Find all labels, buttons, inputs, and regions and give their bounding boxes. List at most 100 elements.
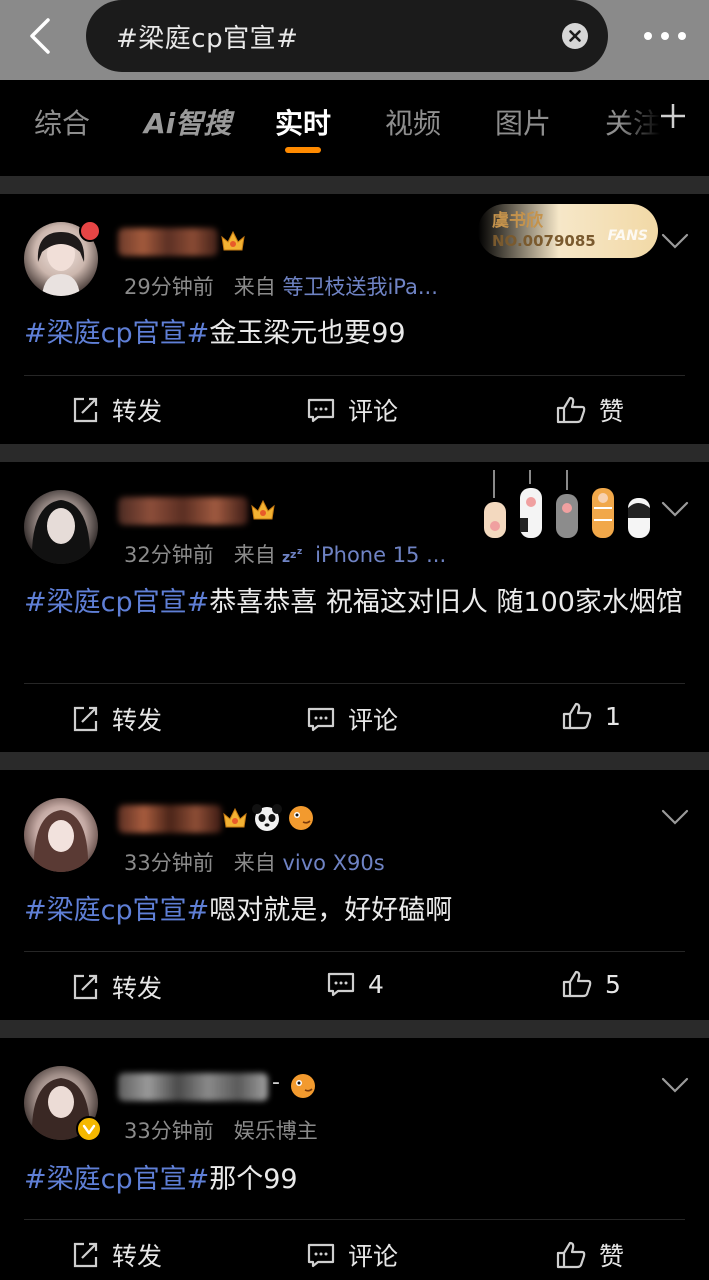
- hashtag-link[interactable]: #梁庭cp官宣#: [24, 1164, 209, 1195]
- vip-crown-icon: [220, 229, 246, 253]
- fan-badge-number: NO.0079085: [492, 232, 596, 250]
- like-button[interactable]: 5: [561, 969, 621, 999]
- verified-check-icon: [82, 1124, 96, 1135]
- repost-label: 转发: [112, 1242, 163, 1271]
- back-button[interactable]: [20, 14, 64, 58]
- post-time: 33分钟前: [124, 1119, 214, 1143]
- like-count: 5: [605, 969, 621, 999]
- post-time: 32分钟前: [124, 543, 214, 567]
- chevron-down-icon: [661, 233, 689, 249]
- avatar[interactable]: [24, 798, 98, 872]
- svg-text:z: z: [282, 550, 290, 564]
- repost-icon: [73, 1242, 98, 1268]
- thumbs-up-icon: [556, 1241, 586, 1269]
- repost-button[interactable]: 转发: [70, 701, 162, 737]
- thumbs-up-icon: [556, 396, 586, 424]
- tab-ai-search[interactable]: Ai智搜: [144, 102, 231, 142]
- like-button[interactable]: 赞: [555, 392, 624, 428]
- like-label: 赞: [599, 397, 625, 426]
- chevron-left-icon: [30, 18, 50, 54]
- post-content: #梁庭cp官宣#嗯对就是，好好磕啊: [24, 890, 684, 932]
- live-badge: [79, 220, 101, 242]
- post-meta: 33分钟前 娱乐博主: [124, 1115, 318, 1145]
- tab-fade-overlay: [620, 80, 660, 160]
- repost-icon: [73, 974, 98, 1000]
- repost-button[interactable]: 转发: [70, 969, 162, 1005]
- tab-realtime[interactable]: 实时: [275, 102, 331, 142]
- like-button[interactable]: 赞: [555, 1237, 624, 1273]
- post-source[interactable]: iPhone 15 ...: [315, 543, 446, 567]
- post-meta: 29分钟前 来自 等卫枝送我iPa...: [124, 271, 438, 301]
- repost-label: 转发: [112, 706, 163, 735]
- add-tab-button[interactable]: [657, 100, 689, 132]
- action-divider: [24, 1219, 685, 1220]
- repost-button[interactable]: 转发: [70, 1237, 162, 1273]
- chevron-down-icon: [661, 501, 689, 517]
- fan-badge-title: 虞书欣: [492, 211, 543, 231]
- chevron-down-icon: [661, 1077, 689, 1093]
- fish-icon: [291, 1074, 315, 1098]
- cat-paws-decoration: [484, 470, 650, 538]
- post-menu-button[interactable]: [660, 232, 690, 250]
- search-input[interactable]: #梁庭cp官宣#: [86, 0, 608, 72]
- username-blurred[interactable]: [118, 805, 222, 833]
- name-dash: -: [272, 1070, 280, 1095]
- fan-badge-fans: FANS: [607, 228, 648, 244]
- clear-search-button[interactable]: [562, 23, 588, 49]
- avatar-image: [33, 810, 89, 872]
- from-label: 来自: [233, 275, 276, 299]
- thumbs-up-icon: [562, 970, 592, 998]
- post-content: #梁庭cp官宣#那个99: [24, 1159, 684, 1201]
- comment-count: 4: [368, 969, 384, 999]
- chevron-down-icon: [661, 809, 689, 825]
- repost-label: 转发: [112, 974, 163, 1003]
- comment-label: 评论: [348, 706, 399, 735]
- post-menu-button[interactable]: [660, 1076, 690, 1094]
- post-text: 那个99: [209, 1164, 298, 1195]
- username-blurred[interactable]: [118, 228, 218, 256]
- post-meta: 32分钟前 来自 zzz iPhone 15 ...: [124, 539, 446, 569]
- post-text: 金玉梁元也要99: [209, 318, 406, 349]
- vip-crown-icon: [250, 498, 276, 522]
- tab-comprehensive[interactable]: 综合: [34, 102, 90, 142]
- repost-button[interactable]: 转发: [70, 392, 162, 428]
- comment-button[interactable]: 评论: [306, 701, 398, 737]
- author-tag: 娱乐博主: [233, 1119, 318, 1143]
- more-options-button[interactable]: [640, 26, 690, 46]
- plus-icon: [661, 104, 685, 128]
- post-menu-button[interactable]: [660, 808, 690, 826]
- feed-separator: [0, 1020, 709, 1038]
- from-label: 来自: [233, 851, 276, 875]
- hashtag-link[interactable]: #梁庭cp官宣#: [24, 587, 209, 618]
- like-button[interactable]: 1: [561, 701, 621, 731]
- comment-button[interactable]: 评论: [306, 1237, 398, 1273]
- sleep-zzz-icon: zzz: [282, 543, 315, 567]
- more-dots-icon: [644, 32, 686, 40]
- feed-separator: [0, 444, 709, 462]
- post-source[interactable]: 等卫枝送我iPa...: [282, 275, 437, 299]
- tab-video[interactable]: 视频: [385, 102, 441, 142]
- hashtag-link[interactable]: #梁庭cp官宣#: [24, 318, 209, 349]
- like-count: 1: [605, 701, 621, 731]
- from-label: 来自: [233, 543, 276, 567]
- hashtag-link[interactable]: #梁庭cp官宣#: [24, 895, 209, 926]
- comment-button[interactable]: 评论: [306, 392, 398, 428]
- repost-label: 转发: [112, 397, 163, 426]
- post-content: #梁庭cp官宣#恭喜恭喜 祝福这对旧人 随100家水烟馆: [24, 582, 684, 624]
- post-time: 29分钟前: [124, 275, 214, 299]
- like-label: 赞: [599, 1242, 625, 1271]
- feed-separator: [0, 752, 709, 770]
- action-divider: [24, 951, 685, 952]
- post-meta: 33分钟前 来自 vivo X90s: [124, 847, 385, 877]
- search-tabs: 综合 Ai智搜 实时 视频 图片 关注: [0, 80, 709, 240]
- post-source[interactable]: vivo X90s: [282, 851, 384, 875]
- avatar[interactable]: [24, 490, 98, 564]
- comment-button[interactable]: 4: [326, 969, 384, 999]
- comment-icon: [327, 972, 355, 997]
- tab-images[interactable]: 图片: [495, 102, 551, 142]
- username-blurred[interactable]: [118, 497, 248, 525]
- post-menu-button[interactable]: [660, 500, 690, 518]
- active-tab-indicator: [285, 147, 321, 153]
- post-text: 恭喜恭喜 祝福这对旧人 随100家水烟馆: [209, 587, 683, 618]
- username-blurred[interactable]: [118, 1073, 268, 1101]
